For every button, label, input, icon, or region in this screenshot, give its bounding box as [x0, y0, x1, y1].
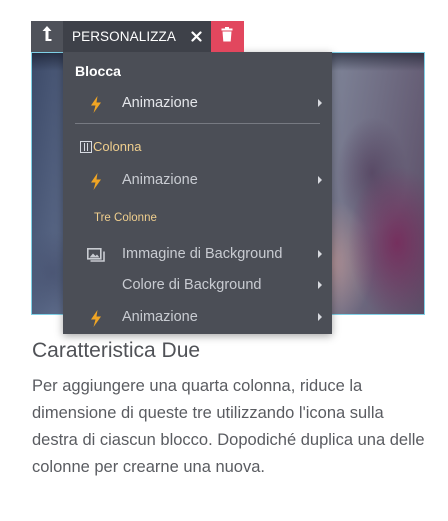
menu-item-background-color[interactable]: Colore di Background	[63, 274, 332, 298]
chevron-right-icon	[318, 313, 322, 321]
menu-item-block-animation[interactable]: Animazione	[63, 92, 332, 116]
trash-icon	[221, 26, 233, 47]
bolt-icon	[87, 95, 105, 113]
menu-item-label: Animazione	[122, 95, 198, 111]
chevron-right-icon	[318, 99, 322, 107]
menu-item-section-animation[interactable]: Animazione	[63, 306, 332, 330]
chevron-right-icon	[318, 250, 322, 258]
feature-description: Per aggiungere una quarta colonna, riduc…	[32, 377, 425, 476]
toolbar-title: PERSONALIZZA	[72, 29, 176, 44]
customize-menu-toggle[interactable]: PERSONALIZZA	[63, 21, 211, 52]
column-section-heading: Colonna	[80, 139, 141, 154]
block-toolbar: PERSONALIZZA	[31, 21, 244, 52]
delete-block-button[interactable]	[210, 21, 244, 52]
menu-divider	[75, 123, 320, 124]
select-parent-button[interactable]	[31, 21, 63, 52]
bolt-icon	[87, 309, 105, 327]
chevron-right-icon	[318, 176, 322, 184]
chevron-right-icon	[318, 281, 322, 289]
three-columns-heading: Tre Colonne	[94, 212, 157, 224]
image-icon	[87, 246, 105, 264]
menu-item-column-animation[interactable]: Animazione	[63, 169, 332, 193]
menu-item-label: Immagine di Background	[122, 246, 283, 262]
columns-icon	[80, 140, 92, 153]
menu-item-label: Colore di Background	[122, 277, 262, 293]
block-heading: Blocca	[75, 63, 121, 79]
feature-title: Caratteristica Due	[32, 339, 201, 362]
menu-item-background-image[interactable]: Immagine di Background	[63, 243, 332, 267]
menu-item-label: Animazione	[122, 172, 198, 188]
close-icon[interactable]	[190, 30, 204, 44]
menu-item-label: Animazione	[122, 309, 198, 325]
arrow-up-icon	[41, 25, 53, 48]
customize-dropdown-menu: Blocca Animazione Colonna Animazione Tre…	[63, 52, 332, 334]
bolt-icon	[87, 172, 105, 190]
